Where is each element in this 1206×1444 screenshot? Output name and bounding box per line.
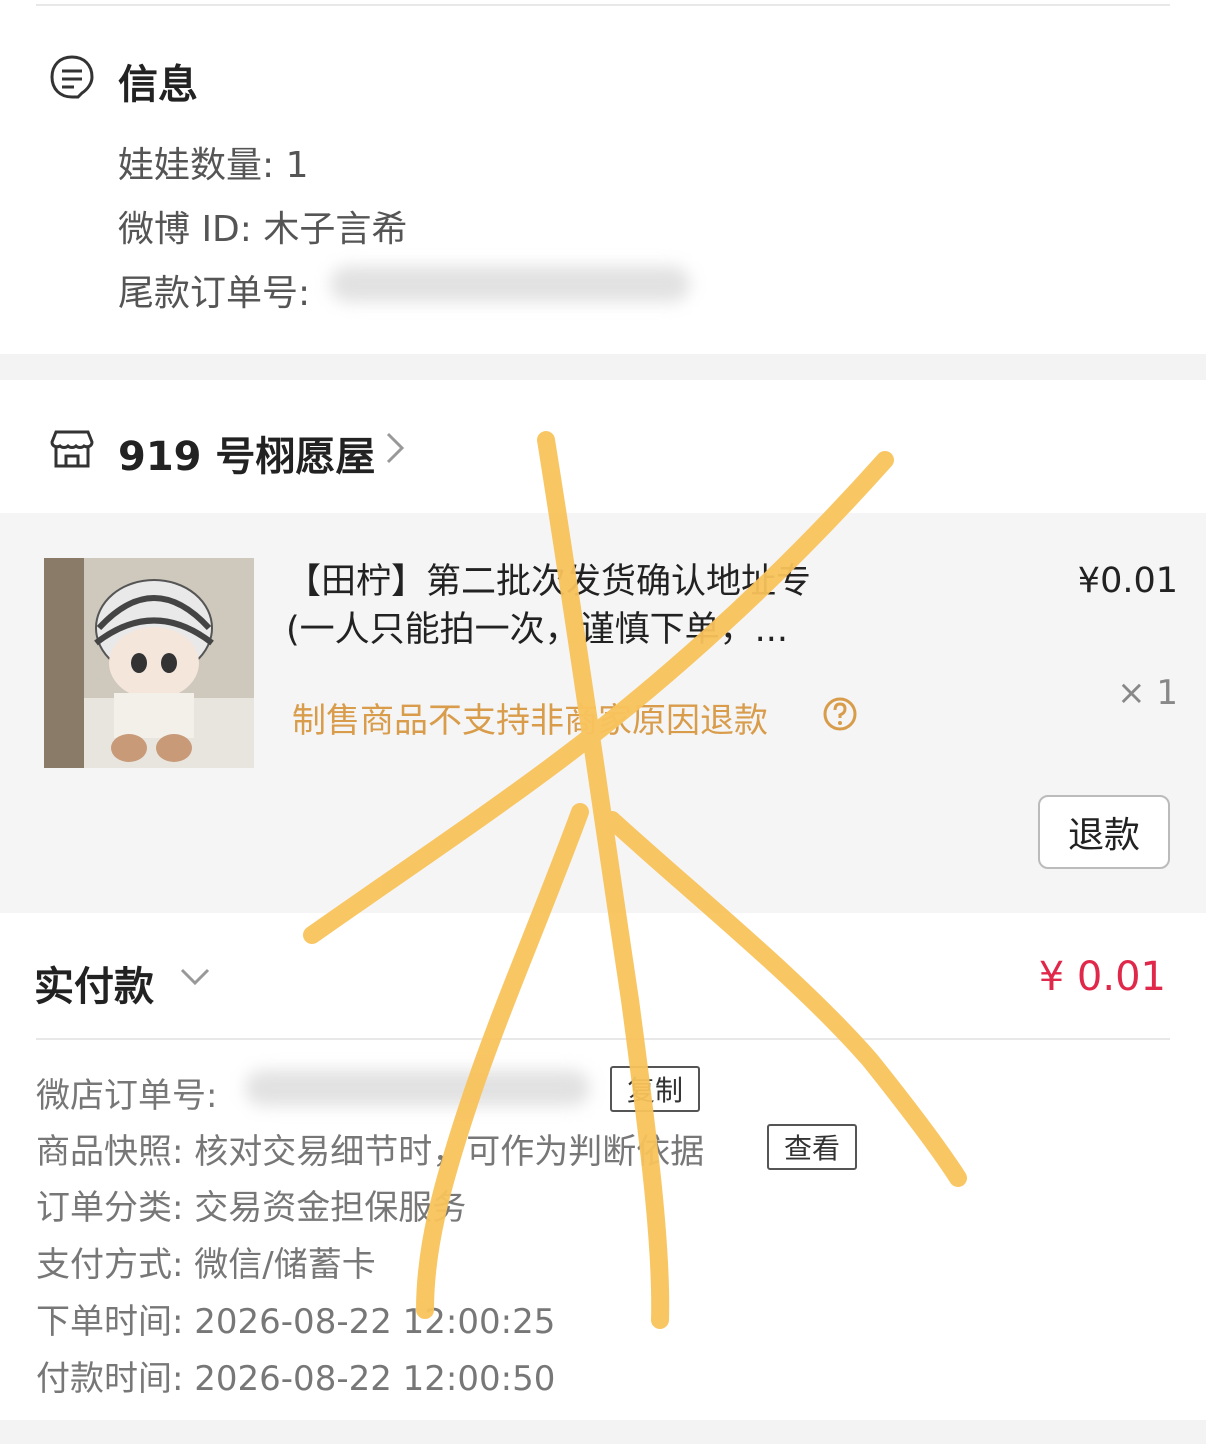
final-order-label: 尾款订单号: — [118, 273, 311, 314]
payment-divider — [36, 1038, 1170, 1040]
refund-button[interactable]: 退款 — [1038, 795, 1170, 869]
snapshot-text: 商品快照: 核对交易细节时，可作为判断依据 — [36, 1132, 705, 1172]
help-icon[interactable] — [822, 696, 858, 732]
payment-method: 支付方式: 微信/储蓄卡 — [36, 1245, 376, 1285]
weidian-order-label: 微店订单号: — [36, 1076, 218, 1116]
payment-time: 付款时间: 2026-08-22 12:00:50 — [36, 1359, 556, 1399]
product-thumbnail[interactable] — [44, 558, 254, 768]
redacted-weidian-order — [245, 1070, 590, 1106]
order-category: 订单分类: 交易资金担保服务 — [36, 1188, 467, 1228]
product-quantity: × 1 — [1117, 673, 1178, 713]
weibo-id: 微博 ID: 木子言希 — [118, 209, 408, 250]
doll-count: 娃娃数量: 1 — [118, 145, 309, 186]
message-icon — [50, 55, 94, 99]
product-title-line1[interactable]: 【田柠】第二批次发货确认地址专 — [286, 558, 866, 606]
info-title: 信息 — [118, 62, 198, 108]
top-divider — [36, 4, 1170, 6]
shop-name[interactable]: 919 号栩愿屋 — [118, 424, 375, 482]
paid-amount-value: ¥ 0.01 — [1038, 954, 1166, 1000]
redacted-order-number — [330, 266, 690, 302]
product-title-line2[interactable]: (一人只能拍一次，谨慎下单，... — [286, 606, 866, 654]
info-card: 信息 娃娃数量: 1 微博 ID: 木子言希 尾款订单号: — [0, 0, 1206, 354]
order-time: 下单时间: 2026-08-22 12:00:25 — [36, 1302, 556, 1342]
paid-amount-label[interactable]: 实付款 — [34, 954, 154, 1012]
store-icon — [50, 430, 94, 468]
product-price: ¥0.01 — [1077, 561, 1178, 601]
view-snapshot-button[interactable]: 查看 — [767, 1124, 857, 1170]
copy-button[interactable]: 复制 — [610, 1066, 700, 1112]
chevron-right-icon[interactable] — [382, 430, 406, 466]
product-item[interactable]: 【田柠】第二批次发货确认地址专 (一人只能拍一次，谨慎下单，... ¥0.01 … — [0, 513, 1206, 913]
shop-card: 919 号栩愿屋 【田柠】第二批次发货确认地址专 (一人只能拍一次，谨慎下单，.… — [0, 380, 1206, 1420]
chevron-down-icon[interactable] — [178, 964, 212, 988]
refund-warning: 制售商品不支持非商家原因退款 — [292, 701, 768, 741]
